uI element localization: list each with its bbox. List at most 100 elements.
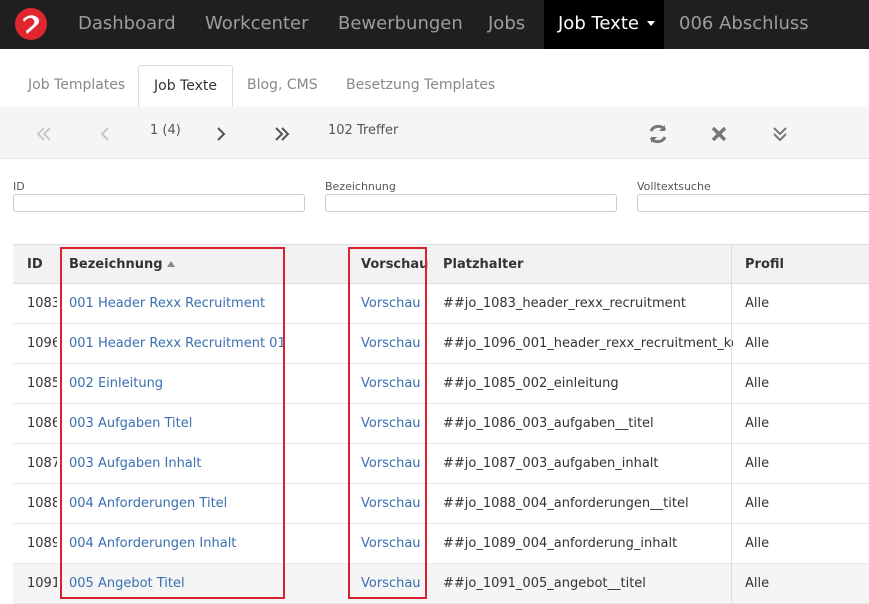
nav-job-texte[interactable]: Job Texte [544,0,664,49]
column-divider [731,484,732,524]
column-divider [731,284,732,324]
cell-vorschau-link[interactable]: Vorschau [361,404,431,444]
table-row[interactable]: 1085 002 Einleitung Vorschau ##jo_1085_002_… [13,364,869,404]
filter-bezeichnung-input[interactable] [325,194,617,212]
col-header-vorschau[interactable]: Vorschau [361,245,428,285]
col-header-bezeichnung-label: Bezeichnung [69,257,163,272]
cell-id: 1096 [27,336,57,351]
cell-platzhalter: ##jo_1086_003_aufgaben__titel [443,416,654,431]
nav-jobs[interactable]: Jobs [488,0,525,49]
clear-filter-button[interactable] [710,107,728,158]
col-header-bezeichnung[interactable]: Bezeichnung [69,245,175,285]
cell-profil: Alle [745,536,770,551]
cell-vorschau-link[interactable]: Vorschau [361,324,431,364]
tab-besetzung-templates[interactable]: Besetzung Templates [346,65,495,106]
cell-platzhalter: ##jo_1085_002_einleitung [443,376,619,391]
page-info: 1 (4) [150,123,181,138]
cell-profil: Alle [745,336,770,351]
sort-asc-icon [166,260,175,267]
nav-workcenter[interactable]: Workcenter [205,0,309,49]
close-icon [711,126,727,141]
table-row[interactable]: 1091 005 Angebot Titel Vorschau ##jo_1091_0… [13,564,869,604]
filter-id-label: ID [13,180,25,193]
cell-id: 1091 [27,576,57,591]
column-divider [731,524,732,564]
nav-job-texte-label: Job Texte [558,13,639,34]
cell-id: 1085 [27,376,57,391]
column-divider [731,444,732,484]
chevron-left-icon [100,126,109,141]
cell-vorschau-link[interactable]: Vorschau [361,364,431,404]
cell-bezeichnung-link[interactable]: 001 Header Rexx Recruitment [69,284,289,324]
cell-profil: Alle [745,376,770,391]
column-divider [731,404,732,444]
double-chevron-right-icon [275,126,290,141]
cell-platzhalter: ##jo_1096_001_header_rexx_recruitment_ko… [443,336,733,351]
cell-bezeichnung-link[interactable]: 003 Aufgaben Inhalt [69,444,289,484]
cell-profil: Alle [745,576,770,591]
cell-profil: Alle [745,456,770,471]
refresh-button[interactable] [646,107,670,158]
filter-id-input[interactable] [13,194,305,212]
column-divider [731,245,732,285]
cell-bezeichnung-link[interactable]: 004 Anforderungen Titel [69,484,289,524]
cell-id: 1086 [27,416,57,431]
filter-volltext-label: Volltextsuche [637,180,711,193]
cell-vorschau-link[interactable]: Vorschau [361,484,431,524]
app-logo-icon[interactable] [14,7,48,41]
cell-bezeichnung-link[interactable]: 001 Header Rexx Recruitment 01 [69,324,289,364]
table-row[interactable]: 1096 001 Header Rexx Recruitment 01 Vorsch… [13,324,869,364]
top-navbar: Dashboard Workcenter Bewerbungen Jobs Jo… [0,0,869,49]
cell-platzhalter: ##jo_1087_003_aufgaben_inhalt [443,456,659,471]
prev-page-button[interactable] [98,107,112,158]
table-row[interactable]: 1087 003 Aufgaben Inhalt Vorschau ##jo_1087… [13,444,869,484]
double-chevron-left-icon [36,126,51,141]
cell-platzhalter: ##jo_1091_005_angebot__titel [443,576,646,591]
nav-bewerbungen[interactable]: Bewerbungen [338,0,463,49]
col-header-id[interactable]: ID [27,245,43,285]
next-page-button[interactable] [214,107,228,158]
col-header-platzhalter[interactable]: Platzhalter [443,245,523,285]
cell-platzhalter: ##jo_1088_004_anforderungen__titel [443,496,689,511]
nav-dashboard[interactable]: Dashboard [78,0,176,49]
cell-id: 1087 [27,456,57,471]
cell-id: 1089 [27,536,57,551]
cell-id: 1083 [27,296,57,311]
cell-vorschau-link[interactable]: Vorschau [361,564,431,604]
cell-bezeichnung-link[interactable]: 005 Angebot Titel [69,564,289,604]
cell-vorschau-link[interactable]: Vorschau [361,284,431,324]
nav-006-abschluss[interactable]: 006 Abschluss [679,0,809,49]
cell-platzhalter: ##jo_1089_004_anforderung_inhalt [443,536,678,551]
tab-blog-cms[interactable]: Blog, CMS [247,65,318,106]
table-row[interactable]: 1088 004 Anforderungen Titel Vorschau ##jo_… [13,484,869,524]
cell-bezeichnung-link[interactable]: 003 Aufgaben Titel [69,404,289,444]
filter-volltext-input[interactable] [637,194,869,212]
tab-bar: Job Templates Job Texte Blog, CMS Besetz… [0,49,869,108]
tab-job-templates[interactable]: Job Templates [28,65,125,106]
tab-job-texte[interactable]: Job Texte [138,65,233,108]
table-row[interactable]: 1083 001 Header Rexx Recruitment Vorschau #… [13,284,869,324]
table-row[interactable]: 1086 003 Aufgaben Titel Vorschau ##jo_1086_… [13,404,869,444]
cell-bezeichnung-link[interactable]: 002 Einleitung [69,364,289,404]
table-row[interactable]: 1089 004 Anforderungen Inhalt Vorschau ##jo… [13,524,869,564]
caret-down-icon [646,20,655,26]
cell-profil: Alle [745,416,770,431]
cell-platzhalter: ##jo_1083_header_rexx_recruitment [443,296,686,311]
double-chevron-down-icon [773,126,787,141]
cell-vorschau-link[interactable]: Vorschau [361,524,431,564]
pagination-toolbar: 1 (4) 102 Treffer [0,107,869,159]
column-divider [731,564,732,604]
refresh-icon [649,124,667,143]
cell-profil: Alle [745,496,770,511]
first-page-button[interactable] [35,107,53,158]
col-header-profil[interactable]: Profil [745,245,784,285]
cell-bezeichnung-link[interactable]: 004 Anforderungen Inhalt [69,524,289,564]
cell-id: 1088 [27,496,57,511]
cell-vorschau-link[interactable]: Vorschau [361,444,431,484]
cell-profil: Alle [745,296,770,311]
table-header: ID Bezeichnung Vorschau Platzhalter Prof… [13,244,869,285]
filter-bezeichnung-label: Bezeichnung [325,180,396,193]
expand-button[interactable] [772,107,788,158]
column-divider [731,324,732,364]
last-page-button[interactable] [273,107,291,158]
